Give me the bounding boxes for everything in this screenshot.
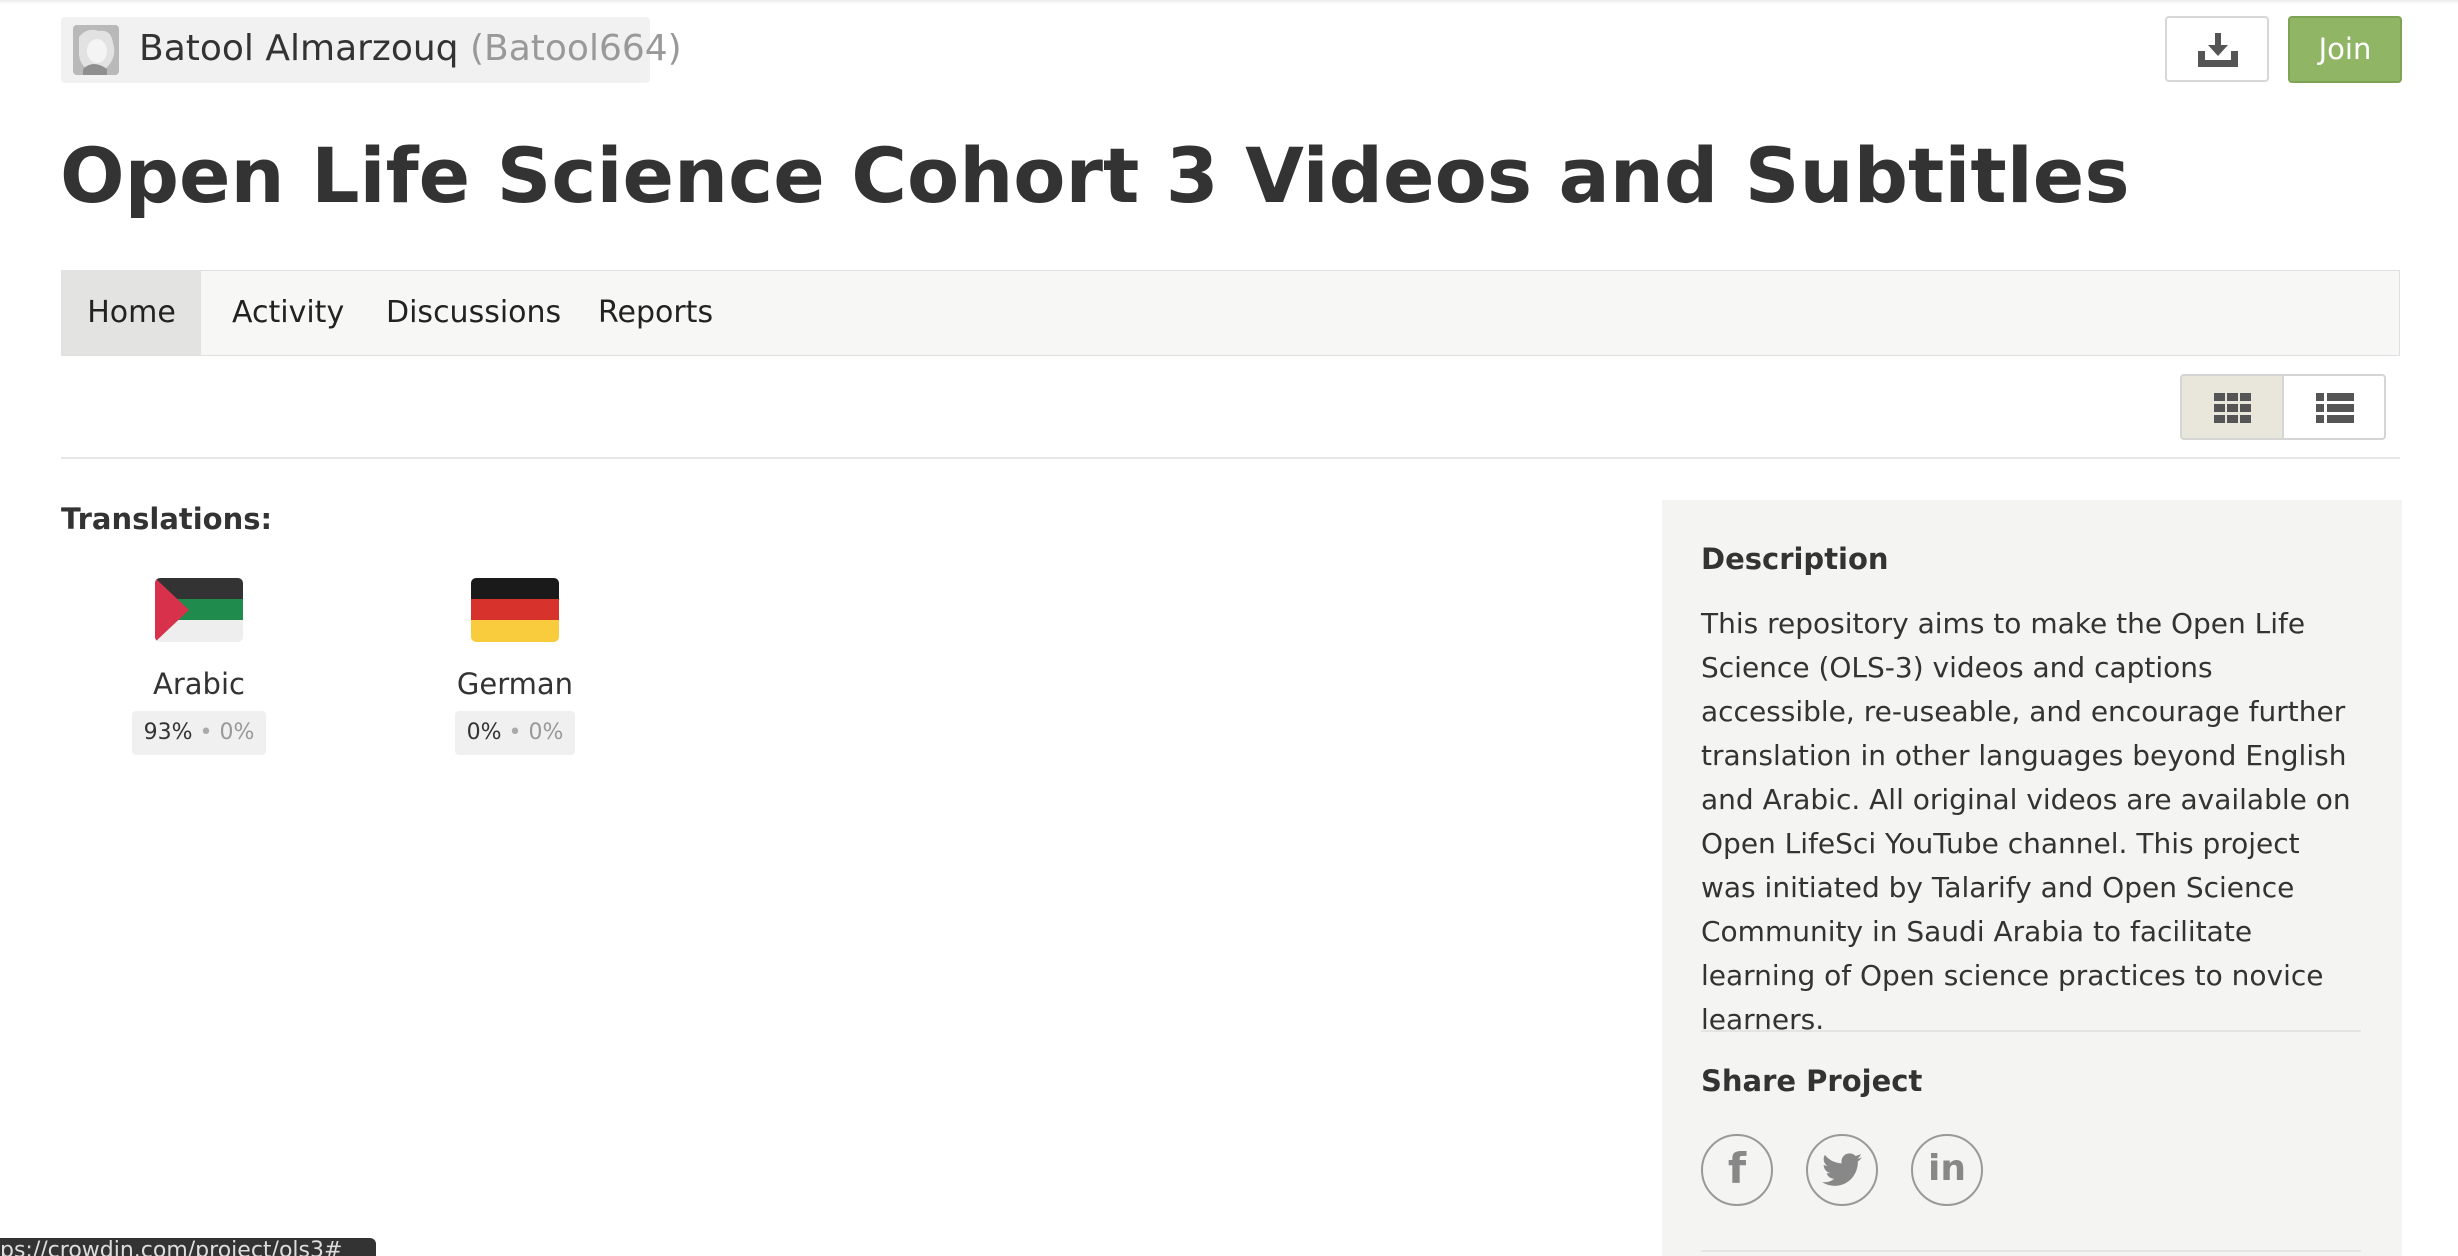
- grid-view-icon: [2214, 393, 2251, 423]
- twitter-icon: [1822, 1153, 1862, 1186]
- tab-home[interactable]: Home: [62, 271, 201, 355]
- translated-percent: 93%: [143, 720, 193, 745]
- sidebar-divider: [1701, 1250, 2361, 1252]
- owner-name: Batool Almarzouq: [139, 28, 459, 69]
- language-card-german[interactable]: German 0% • 0%: [415, 578, 615, 755]
- project-tabs: Home Activity Discussions Reports: [61, 270, 2400, 356]
- tab-activity-label: Activity: [232, 295, 345, 330]
- grid-view-button[interactable]: [2180, 374, 2284, 440]
- owner-name-line: Batool Almarzouq (Batool664): [139, 29, 682, 69]
- stats-separator: •: [199, 720, 213, 745]
- translations-heading: Translations:: [61, 502, 273, 536]
- stats-separator: •: [508, 720, 522, 745]
- tab-reports[interactable]: Reports: [598, 271, 713, 355]
- list-view-icon: [2316, 393, 2354, 423]
- twitter-share-button[interactable]: [1806, 1134, 1878, 1206]
- download-icon: [2198, 33, 2238, 67]
- language-card-arabic[interactable]: Arabic 93% • 0%: [99, 578, 299, 755]
- tab-home-label: Home: [87, 295, 176, 330]
- page-title: Open Life Science Cohort 3 Videos and Su…: [60, 131, 2130, 220]
- join-button[interactable]: Join: [2288, 16, 2402, 83]
- linkedin-share-button[interactable]: in: [1911, 1134, 1983, 1206]
- approved-percent: 0%: [528, 720, 564, 745]
- project-sidebar: Description This repository aims to make…: [1662, 500, 2402, 1256]
- tab-reports-label: Reports: [598, 295, 714, 330]
- language-progress: 93% • 0%: [131, 711, 267, 755]
- owner-avatar: [73, 25, 119, 75]
- tab-discussions-label: Discussions: [386, 295, 562, 330]
- project-owner-badge[interactable]: Batool Almarzouq (Batool664): [61, 17, 682, 83]
- status-url: ps://crowdin.com/project/ols3#: [0, 1238, 343, 1256]
- description-heading: Description: [1701, 542, 1889, 576]
- browser-status-bar: ps://crowdin.com/project/ols3#: [0, 1238, 376, 1256]
- tab-discussions[interactable]: Discussions: [386, 271, 561, 355]
- download-button[interactable]: [2165, 16, 2269, 82]
- section-divider: [61, 457, 2400, 459]
- top-shadow: [0, 0, 2458, 4]
- facebook-icon: f: [1727, 1144, 1747, 1193]
- description-text: This repository aims to make the Open Li…: [1701, 607, 2351, 1036]
- language-progress: 0% • 0%: [454, 711, 576, 755]
- language-name: Arabic: [153, 667, 245, 701]
- palestine-flag-icon: [155, 578, 243, 642]
- linkedin-icon: in: [1928, 1148, 1966, 1189]
- translated-percent: 0%: [466, 720, 502, 745]
- owner-username: (Batool664): [469, 28, 682, 69]
- tab-activity[interactable]: Activity: [232, 271, 344, 355]
- facebook-share-button[interactable]: f: [1701, 1134, 1773, 1206]
- sidebar-divider: [1701, 1030, 2361, 1032]
- share-heading: Share Project: [1701, 1064, 1923, 1098]
- approved-percent: 0%: [219, 720, 255, 745]
- list-view-button[interactable]: [2282, 374, 2386, 440]
- language-name: German: [456, 667, 574, 701]
- germany-flag-icon: [471, 578, 559, 642]
